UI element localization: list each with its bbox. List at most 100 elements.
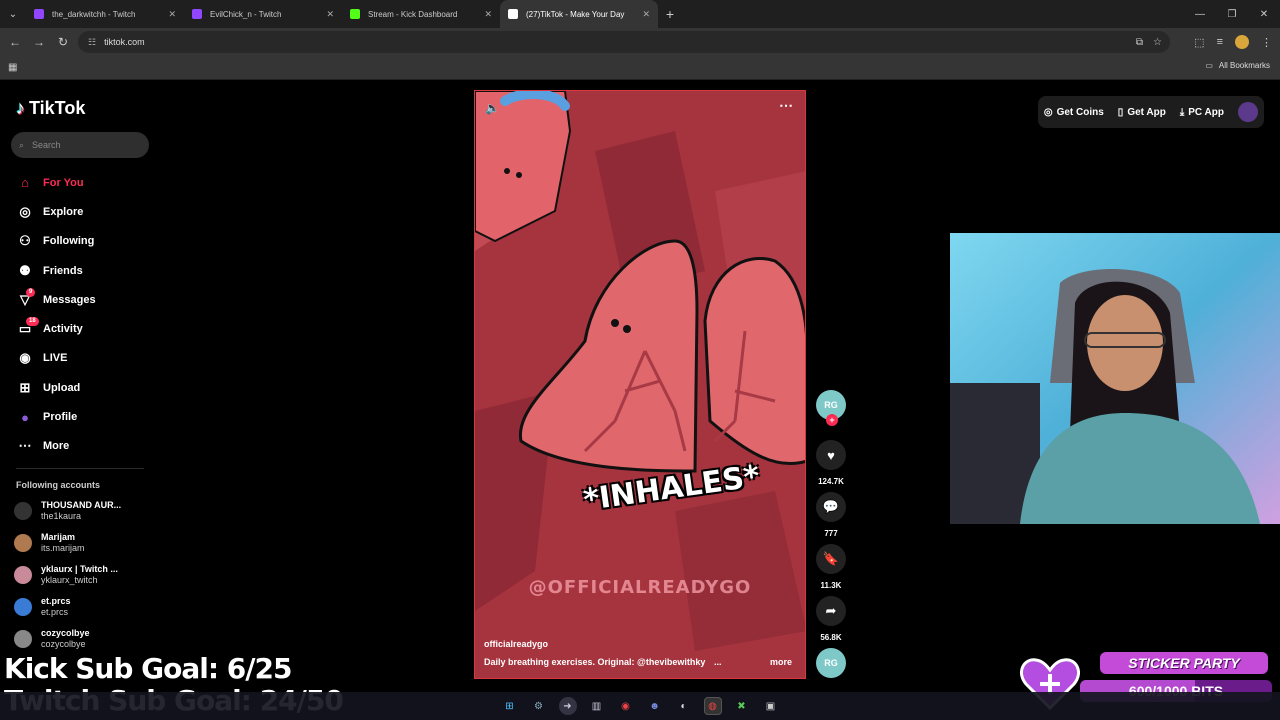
sidebar-divider <box>16 468 144 469</box>
pc-app-button[interactable]: ⤓ PC App <box>1180 107 1224 118</box>
sidebar-item-friends[interactable]: ⚉ Friends <box>16 256 146 285</box>
video-watermark: @OFFICIALREADYGO <box>528 577 752 598</box>
site-info-icon[interactable]: ☷ <box>88 37 96 48</box>
get-coins-button[interactable]: ◎ Get Coins <box>1044 107 1104 118</box>
tab-close-icon[interactable]: ✕ <box>168 9 176 20</box>
nav-label: Friends <box>43 264 83 277</box>
close-window-icon[interactable]: ✕ <box>1248 0 1280 28</box>
window-controls: — ❐ ✕ <box>1184 0 1280 28</box>
bookmark-star-icon[interactable]: ☆ <box>1153 37 1162 48</box>
sidebar-item-activity[interactable]: ▭ 18 Activity <box>16 314 146 343</box>
tab-title: Stream - Kick Dashboard <box>368 9 458 19</box>
description-more-link[interactable]: more <box>770 657 792 667</box>
list-item[interactable]: yklaurx | Twitch ... yklaurx_twitch <box>14 561 154 589</box>
restore-icon[interactable]: ❐ <box>1216 0 1248 28</box>
obs-icon[interactable]: ◐ <box>675 697 693 715</box>
video-actions: RG + ♥ 124.7K 💬 777 🔖 11.3K ➦ 56.8K RG <box>816 390 846 678</box>
comment-button[interactable]: 💬 777 <box>816 492 846 538</box>
bookmarks-bar: ▦ ▭ All Bookmarks <box>0 56 1280 80</box>
sidebar-item-explore[interactable]: ◎ Explore <box>16 197 146 226</box>
browser-app-icon[interactable]: ◍ <box>703 697 722 715</box>
list-item[interactable]: et.prcs et.prcs <box>14 593 154 621</box>
nav-label: Upload <box>43 381 81 394</box>
tab-search-chevron-icon[interactable]: ⌄ <box>0 0 26 28</box>
app-grid-icon[interactable]: ▥ <box>588 697 606 715</box>
tiktok-page: ♪ TikTok ⌕ Search ⌂ For You ◎ Explore ⚇ … <box>0 80 1280 720</box>
tab-close-icon[interactable]: ✕ <box>326 9 334 20</box>
reload-icon[interactable]: ↻ <box>51 35 75 49</box>
list-item[interactable]: Marijam its.marijam <box>14 529 154 557</box>
reading-list-icon[interactable]: ≡ <box>1217 36 1223 48</box>
creator-avatar[interactable]: RG + <box>816 390 846 426</box>
browser-tab[interactable]: Stream - Kick Dashboard ✕ <box>342 0 500 28</box>
steam-icon[interactable]: ⚙ <box>530 697 548 715</box>
sidebar-item-upload[interactable]: ⊞ Upload <box>16 373 146 402</box>
tab-close-icon[interactable]: ✕ <box>642 9 650 20</box>
sidebar-item-more[interactable]: ⋯ More <box>16 432 146 461</box>
address-bar[interactable]: ☷ tiktok.com ⧉ ☆ <box>78 31 1170 53</box>
creator-initials: RG <box>824 400 838 410</box>
back-icon[interactable]: ← <box>3 35 27 49</box>
browser-tabbar: ⌄ the_darkwitchh - Twitch ✕ EvilChick_n … <box>0 0 1280 28</box>
bookmark-icon: 🔖 <box>816 544 846 574</box>
volume-icon[interactable]: 🔈 <box>485 101 500 115</box>
browser-tab-active[interactable]: (27)TikTok - Make Your Day ✕ <box>500 0 658 28</box>
cast-icon[interactable]: ⧉ <box>1136 37 1143 48</box>
sidebar-item-for-you[interactable]: ⌂ For You <box>16 168 146 197</box>
apps-grid-icon[interactable]: ▦ <box>8 62 17 73</box>
menu-kebab-icon[interactable]: ⋮ <box>1261 36 1272 49</box>
app-record-icon[interactable]: ◉ <box>617 697 635 715</box>
search-input[interactable]: ⌕ Search <box>11 132 149 158</box>
extensions-icon[interactable]: ⬚ <box>1194 36 1204 49</box>
like-button[interactable]: ♥ 124.7K <box>816 440 846 486</box>
browser-tab[interactable]: the_darkwitchh - Twitch ✕ <box>26 0 184 28</box>
video-options-icon[interactable]: ⋯ <box>779 97 793 114</box>
sidebar-item-profile[interactable]: ● Profile <box>16 402 146 431</box>
sidebar-item-messages[interactable]: ▽ 9 Messages <box>16 285 146 314</box>
kick-favicon-icon <box>350 9 360 19</box>
windows-start-icon[interactable]: ⊞ <box>501 697 519 715</box>
xbox-icon[interactable]: ✖ <box>733 697 751 715</box>
os-taskbar: ⊞ ⚙ ➜ ▥ ◉ ☻ ◐ ◍ ✖ ▣ <box>0 692 1280 720</box>
account-username: its.marijam <box>41 543 85 553</box>
all-bookmarks-button[interactable]: ▭ All Bookmarks <box>1205 61 1270 70</box>
video-player[interactable]: 🔈 ⋯ *INHALES* @OFFICIALREADYGO officialr… <box>474 90 806 679</box>
sidebar-item-live[interactable]: ◉ LIVE <box>16 344 146 373</box>
logo-text: TikTok <box>29 98 86 118</box>
new-tab-icon[interactable]: + <box>658 6 682 22</box>
app-arrow-icon[interactable]: ➜ <box>558 697 577 715</box>
toolbar-right: ⬚ ≡ ⋮ <box>1194 28 1272 56</box>
list-item[interactable]: cozycolbye cozycolbye <box>14 625 154 653</box>
share-button[interactable]: ➦ 56.8K <box>816 596 846 642</box>
avatar <box>14 502 32 520</box>
account-name: THOUSAND AUR... <box>41 500 122 510</box>
user-avatar[interactable] <box>1238 102 1258 122</box>
sidebar-item-following[interactable]: ⚇ Following <box>16 227 146 256</box>
follow-plus-icon[interactable]: + <box>826 414 838 426</box>
account-username: the1kaura <box>41 511 82 521</box>
account-name: et.prcs <box>41 596 71 606</box>
disc-initials: RG <box>824 658 838 668</box>
profile-avatar-icon[interactable] <box>1235 35 1249 49</box>
discord-icon[interactable]: ☻ <box>646 697 664 715</box>
profile-icon: ● <box>21 409 29 425</box>
tab-close-icon[interactable]: ✕ <box>484 9 492 20</box>
upload-icon: ⊞ <box>19 379 31 395</box>
tiktok-logo[interactable]: ♪ TikTok <box>16 98 85 119</box>
webcam-feed <box>950 233 1280 524</box>
list-item[interactable]: THOUSAND AUR... the1kaura <box>14 497 154 525</box>
sound-disc[interactable]: RG <box>816 648 846 678</box>
following-accounts-title: Following accounts <box>16 480 101 490</box>
account-username: et.prcs <box>41 607 69 617</box>
save-button[interactable]: 🔖 11.3K <box>816 544 846 590</box>
twitch-favicon-icon <box>34 9 44 19</box>
nav-label: Explore <box>43 205 84 218</box>
browser-tab[interactable]: EvilChick_n - Twitch ✕ <box>184 0 342 28</box>
forward-icon[interactable]: → <box>27 35 51 49</box>
minimize-icon[interactable]: — <box>1184 0 1216 28</box>
tiktok-favicon-icon <box>508 9 518 19</box>
get-app-button[interactable]: ▯ Get App <box>1118 107 1166 118</box>
live-icon: ◉ <box>19 350 31 366</box>
app-tool-icon[interactable]: ▣ <box>762 697 780 715</box>
video-author[interactable]: officialreadygo <box>484 639 548 649</box>
